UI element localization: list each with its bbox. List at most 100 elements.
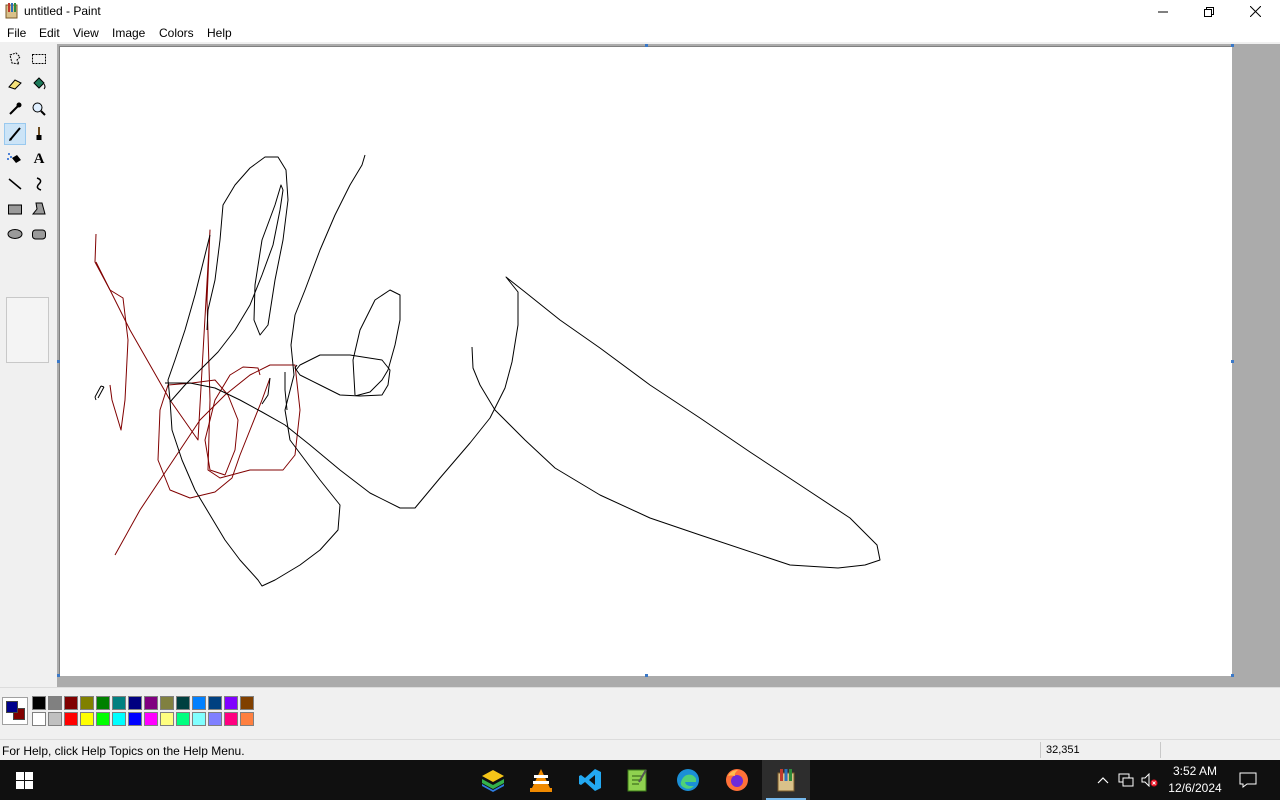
tool-rectangle[interactable] — [4, 198, 26, 220]
action-center-button[interactable] — [1234, 760, 1262, 800]
menu-view[interactable]: View — [73, 26, 99, 40]
tool-polygon[interactable] — [28, 198, 50, 220]
resize-handle-top[interactable] — [645, 44, 648, 47]
resize-handle-left[interactable] — [57, 360, 60, 363]
color-swatch[interactable] — [128, 696, 142, 710]
color-swatch[interactable] — [112, 696, 126, 710]
color-swatch[interactable] — [32, 712, 46, 726]
paint-window: untitled - Paint File Edit View Image Co… — [0, 0, 1280, 800]
taskbar-vlc[interactable] — [517, 760, 565, 800]
color-swatch[interactable] — [48, 712, 62, 726]
taskbar-clock[interactable]: 3:52 AM 12/6/2024 — [1162, 763, 1228, 797]
red-stroke — [157, 366, 271, 499]
tool-free-form-select[interactable] — [4, 48, 26, 70]
menu-help[interactable]: Help — [207, 26, 232, 40]
cursor-coordinates: 32,351 — [1046, 744, 1080, 756]
color-swatch[interactable] — [144, 696, 158, 710]
status-divider — [1040, 742, 1041, 758]
ellipse-icon — [7, 229, 23, 239]
color-swatch[interactable] — [64, 696, 78, 710]
color-swatch[interactable] — [96, 712, 110, 726]
bluestacks-icon — [482, 770, 504, 792]
color-swatch[interactable] — [240, 712, 254, 726]
line-icon — [8, 178, 22, 190]
taskbar-bluestacks[interactable] — [469, 760, 517, 800]
current-colors[interactable] — [2, 697, 28, 725]
free-select-icon — [9, 52, 21, 65]
color-swatch[interactable] — [224, 712, 238, 726]
color-swatch[interactable] — [192, 712, 206, 726]
menu-colors[interactable]: Colors — [159, 26, 194, 40]
taskbar-notepad-plus[interactable] — [614, 760, 662, 800]
taskbar-vscode[interactable] — [566, 760, 614, 800]
canvas-drawing — [94, 154, 881, 587]
tool-pencil[interactable] — [4, 123, 26, 145]
color-swatch[interactable] — [208, 696, 222, 710]
color-swatch[interactable] — [208, 712, 222, 726]
clock-time: 3:52 AM — [1172, 764, 1218, 778]
close-button[interactable] — [1232, 0, 1278, 23]
color-swatch[interactable] — [96, 696, 110, 710]
tool-options-box[interactable] — [6, 297, 49, 363]
tool-select[interactable] — [28, 48, 50, 70]
resize-handle-bottom-left[interactable] — [57, 674, 60, 677]
tool-brush[interactable] — [28, 123, 50, 145]
resize-handle-top-right[interactable] — [1231, 44, 1234, 47]
color-swatch[interactable] — [160, 696, 174, 710]
taskbar-edge[interactable] — [664, 760, 712, 800]
color-swatch[interactable] — [240, 696, 254, 710]
drawing-canvas[interactable] — [59, 46, 1232, 676]
menu-edit[interactable]: Edit — [39, 26, 60, 40]
menu-image[interactable]: Image — [112, 26, 145, 40]
tool-airbrush[interactable] — [4, 148, 26, 170]
tool-fill-with-color[interactable] — [28, 73, 50, 95]
tool-ellipse[interactable] — [4, 223, 26, 245]
color-swatch[interactable] — [176, 712, 190, 726]
tool-line[interactable] — [4, 173, 26, 195]
volume-muted-icon — [1141, 773, 1158, 787]
tool-text[interactable]: A — [28, 148, 50, 170]
taskbar-paint[interactable] — [762, 760, 810, 800]
color-swatch[interactable] — [48, 696, 62, 710]
tray-show-hidden[interactable] — [1094, 760, 1112, 800]
color-swatch[interactable] — [128, 712, 142, 726]
color-swatch[interactable] — [32, 696, 46, 710]
tool-curve[interactable] — [28, 173, 50, 195]
color-swatch[interactable] — [224, 696, 238, 710]
menu-file[interactable]: File — [7, 26, 26, 40]
color-swatch[interactable] — [112, 712, 126, 726]
text-icon: A — [33, 150, 45, 167]
menu-bar: File Edit View Image Colors Help — [0, 23, 1280, 42]
color-swatch[interactable] — [160, 712, 174, 726]
red-stroke — [95, 229, 301, 556]
color-swatch[interactable] — [64, 712, 78, 726]
curve-icon — [36, 177, 42, 191]
color-swatch[interactable] — [192, 696, 206, 710]
pencil-cursor-icon — [94, 385, 105, 401]
tray-volume[interactable] — [1140, 760, 1160, 800]
color-swatch[interactable] — [144, 712, 158, 726]
minimize-button[interactable] — [1140, 0, 1186, 23]
close-icon — [1249, 6, 1261, 17]
start-button[interactable] — [0, 760, 48, 800]
resize-handle-bottom-right[interactable] — [1231, 674, 1234, 677]
resize-handle-right[interactable] — [1231, 360, 1234, 363]
firefox-icon — [726, 769, 748, 791]
title-bar[interactable]: untitled - Paint — [0, 0, 1280, 23]
restore-button[interactable] — [1186, 0, 1232, 23]
tool-eraser[interactable] — [4, 73, 26, 95]
color-swatch[interactable] — [176, 696, 190, 710]
tool-rounded-rectangle[interactable] — [28, 223, 50, 245]
notepad-plus-icon — [627, 769, 647, 792]
tray-network[interactable] — [1116, 760, 1136, 800]
color-swatch[interactable] — [80, 696, 94, 710]
network-icon — [1118, 773, 1134, 787]
color-swatch[interactable] — [80, 712, 94, 726]
resize-handle-bottom[interactable] — [645, 674, 648, 677]
status-help-text: For Help, click Help Topics on the Help … — [2, 744, 245, 758]
tool-pick-color[interactable] — [4, 98, 26, 120]
taskbar-firefox[interactable] — [713, 760, 761, 800]
tool-magnifier[interactable] — [28, 98, 50, 120]
window-title: untitled - Paint — [24, 4, 101, 18]
notification-icon — [1239, 772, 1257, 788]
